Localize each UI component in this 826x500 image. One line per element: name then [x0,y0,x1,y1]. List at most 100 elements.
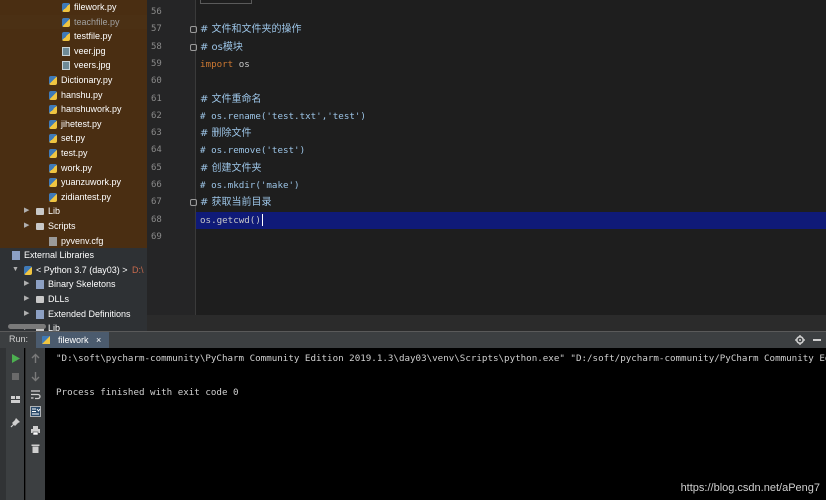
soft-wrap-icon[interactable] [30,389,41,400]
run-icon[interactable] [10,353,21,364]
project-tree-panel: filework.py teachfile.py testfile.py veer.j… [0,0,147,331]
tree-item[interactable]: veers.jpg [0,58,147,73]
tree-item[interactable]: pyvenv.cfg [0,233,147,249]
tree-item-label: set.py [61,133,86,144]
fold-marker-icon[interactable] [190,43,197,51]
tree-item[interactable]: filework.py [0,0,147,15]
tree-item[interactable]: set.py [0,131,147,146]
tree-item[interactable]: work.py [0,160,147,176]
tree-item-label: Lib [48,323,61,331]
tree-item[interactable]: hanshuwork.py [0,102,147,117]
image-file-icon [62,46,70,56]
line-number: 60 [151,76,162,87]
python-file-icon [49,149,57,158]
tree-item-label: Binary Skeletons [48,279,116,290]
print-icon[interactable] [30,425,41,436]
chevron-right-icon[interactable]: ▶ [24,219,29,234]
chevron-down-icon[interactable]: ▼ [12,263,19,278]
python-file-icon [49,178,57,188]
library-icon [36,309,44,319]
minimize-icon[interactable] [813,339,821,341]
tree-item-label: jihetest.py [61,118,102,129]
tree-item-label: hanshu.py [61,89,103,100]
tree-item[interactable]: ▶ Scripts [0,219,147,234]
code-line[interactable]: # 文件重命名 [200,91,262,108]
editor-horizontal-scrollbar[interactable] [147,315,826,331]
code-editor[interactable]: 56 57 58 59 60 61 62 63 64 65 66 67 68 69 # 文件和文件夹的操作… [147,0,826,331]
line-number: 56 [151,7,162,17]
console-output[interactable]: "D:\soft\pycharm-community\PyCharm Commu… [56,350,826,401]
down-arrow-icon[interactable] [30,371,41,382]
keyword-token: import [200,58,234,70]
code-line[interactable]: import os [200,56,250,73]
fold-marker-icon[interactable] [190,26,197,34]
run-label: Run: [9,334,29,344]
tree-item-label: pyvenv.cfg [61,235,104,246]
tree-item-label: work.py [61,162,93,173]
tree-item[interactable]: test.py [0,146,147,161]
line-number: 68 [151,214,162,225]
python-file-icon [49,134,57,144]
tree-item[interactable]: ▶ Lib [0,204,147,219]
line-gutter: 56 57 58 59 60 61 62 63 64 65 66 67 68 69 [147,0,195,315]
stop-icon[interactable] [10,371,21,382]
chevron-right-icon[interactable]: ▶ [24,307,29,322]
code-line[interactable]: # os.remove('test') [200,142,305,159]
tree-item[interactable]: External Libraries [0,248,147,263]
code-line[interactable]: # 创建文件夹 [200,160,262,177]
tree-item[interactable]: ▶ DLLs [0,292,147,307]
line-number: 62 [151,110,162,121]
code-line[interactable]: # 删除文件 [200,125,252,142]
tree-item-label: Scripts [48,221,76,231]
tree-horizontal-scrollbar[interactable] [8,324,46,329]
chevron-right-icon[interactable]: ▶ [24,292,29,307]
tree-item-label: test.py [61,148,88,158]
tree-item[interactable]: ▶ Extended Definitions [0,306,147,322]
trash-icon[interactable] [30,443,41,454]
tree-item[interactable]: teachfile.py [0,14,147,30]
tree-item-label: filework.py [74,2,117,12]
code-line[interactable]: os.getcwd() [200,212,263,229]
chevron-right-icon[interactable]: ▶ [24,277,29,292]
gear-icon[interactable] [795,335,805,345]
tree-item-label: Lib [48,206,61,217]
run-tool-window-header: Run: filework × [0,331,826,348]
tree-item[interactable]: hanshu.py [0,87,147,103]
tree-item[interactable]: ▶ Binary Skeletons [0,277,147,292]
tree-item[interactable]: testfile.py [0,29,147,44]
layout-icon[interactable] [10,394,21,405]
chevron-right-icon[interactable]: ▶ [24,204,29,219]
line-number: 67 [151,197,162,208]
code-line[interactable]: # os.mkdir('make') [200,177,300,194]
tree-item[interactable]: zidiantest.py [0,189,147,205]
scroll-to-end-icon[interactable] [30,406,41,417]
python-file-icon [49,76,57,85]
code-line[interactable]: # os模块 [200,39,243,56]
run-tab-filework[interactable]: filework × [36,332,110,348]
library-icon [36,280,44,290]
code-line[interactable]: # 获取当前目录 [200,194,272,211]
pin-icon[interactable] [10,417,21,428]
close-icon[interactable]: × [96,335,101,345]
code-line[interactable]: # os.rename('test.txt','test') [200,108,366,125]
python-file-icon [49,163,57,173]
up-arrow-icon[interactable] [30,353,41,364]
tree-item[interactable]: veer.jpg [0,43,147,59]
python-file-icon [62,3,70,12]
tree-item[interactable]: Dictionary.py [0,73,147,88]
image-file-icon [62,61,70,71]
tree-item[interactable]: yuanzuwork.py [0,175,147,190]
fold-marker-icon[interactable] [190,199,197,207]
tree-item[interactable]: jihetest.py [0,116,147,132]
folder-icon [36,208,44,216]
line-number: 65 [151,162,162,173]
watermark-url: https://blog.csdn.net/aPeng7 [680,482,820,494]
active-line-highlight [196,212,826,229]
code-line[interactable]: # 文件和文件夹的操作 [200,21,302,38]
config-file-icon [49,236,57,246]
tree-item-label: hanshuwork.py [61,104,122,115]
tree-item-label: veers.jpg [74,60,111,71]
folder-icon [36,296,44,303]
tree-item[interactable]: ▼ < Python 3.7 (day03) > D:\ [0,262,147,278]
tree-item-label: zidiantest.py [61,191,112,202]
